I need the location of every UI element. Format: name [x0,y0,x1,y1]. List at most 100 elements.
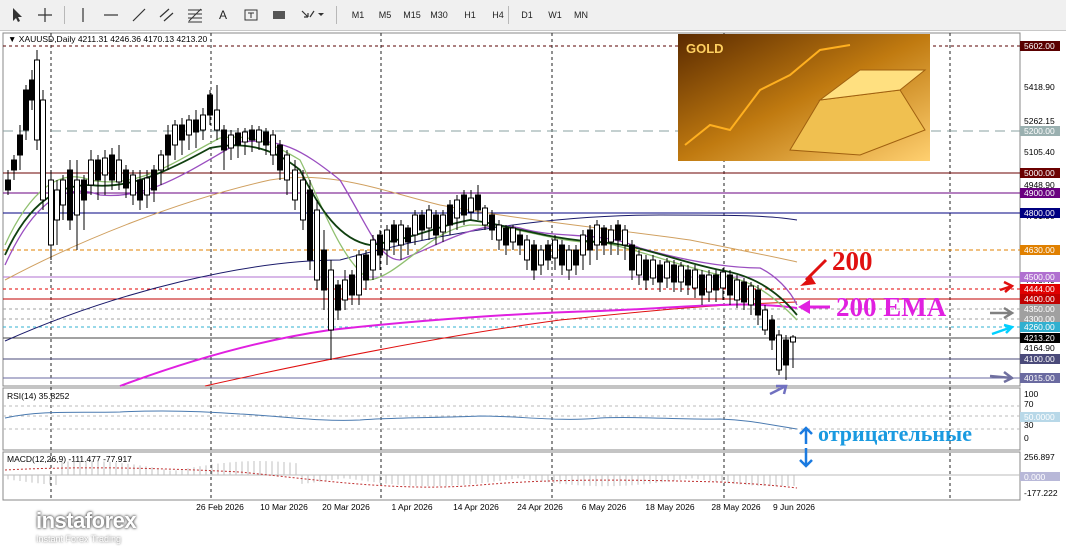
rsi-axis-tick: 0 [1024,433,1029,443]
candlestick [573,249,579,266]
candlestick [734,279,740,301]
horizontal-line-icon[interactable] [100,5,122,25]
candlestick [342,279,348,301]
rsi-level-label: 50.0000 [1024,412,1055,422]
candlestick [242,131,248,143]
annotation-200-ema: 200 EMA [836,292,947,322]
candlestick [741,281,747,303]
candlestick [137,179,143,201]
candlestick [419,214,425,231]
candlestick [172,124,178,146]
candlestick [67,169,73,221]
candlestick [193,119,199,133]
candlestick [214,109,220,131]
rsi-axis-tick: 70 [1024,399,1034,409]
candlestick [48,179,54,246]
candlestick [263,131,269,146]
watermark-name: instaforex [36,508,137,533]
price-level-label: 5602.00 [1024,41,1055,51]
crosshair-icon[interactable] [34,5,56,25]
chart-area[interactable]: ▼ XAUUSD,Daily 4211.31 4246.36 4170.13 4… [0,30,1066,544]
candlestick [769,319,775,341]
date-axis-label: 28 May 2026 [711,502,760,512]
candlestick [405,227,411,243]
timeframe-w1-button[interactable]: W1 [543,5,567,25]
candlestick [636,254,642,276]
bottom-arrow-icon [769,384,788,396]
timeframe-h1-button[interactable]: H1 [458,5,482,25]
candlestick [678,265,684,283]
candlestick [671,264,677,283]
fibonacci-icon[interactable] [184,5,206,25]
cyan-right-arrow-icon [991,323,1015,336]
candlestick [461,194,467,216]
candlestick [235,132,241,146]
watermark-tagline: Instant Forex Trading [36,534,122,544]
candlestick [179,124,185,141]
candlestick [489,214,495,231]
macd-header: MACD(12,26,9) -111.477 -77.917 [7,454,132,464]
candlestick [790,336,796,343]
candlestick [116,159,122,183]
price-level-label: 4260.00 [1024,322,1055,332]
ema-200-line [119,303,798,387]
candlestick [29,79,35,101]
rectangle-icon[interactable] [268,5,290,25]
price-level-label: 4900.00 [1024,188,1055,198]
candlestick [144,177,150,196]
candlestick [468,197,474,213]
candlestick [256,129,262,143]
candlestick [249,129,255,141]
candlestick [552,239,558,259]
timeframe-m30-button[interactable]: M30 [427,5,451,25]
candlestick [363,254,369,281]
date-axis-label: 10 Mar 2026 [260,502,308,512]
candlestick [328,269,334,331]
candlestick [81,179,87,201]
vertical-line-icon[interactable] [72,5,94,25]
price-axis-tick: 5418.90 [1024,82,1055,92]
candlestick [601,227,607,246]
candlestick [482,207,488,226]
candlestick [349,274,355,296]
price-level-label: 4350.00 [1024,304,1055,314]
candlestick [510,227,516,243]
arrows-dropdown-icon[interactable] [298,5,328,25]
candlestick [426,209,432,229]
candlestick [130,174,136,196]
candlestick [475,194,481,211]
trendline-icon[interactable] [128,5,150,25]
timeframe-mn-button[interactable]: MN [569,5,593,25]
price-level-label: 4015.00 [1024,373,1055,383]
timeframe-d1-button[interactable]: D1 [515,5,539,25]
magenta-arrow-head [798,300,810,314]
price-axis-tick: 4164.90 [1024,343,1055,353]
candlestick [391,224,397,243]
candlestick [643,259,649,281]
timeframe-m15-button[interactable]: M15 [400,5,424,25]
candlestick [748,285,754,306]
arrow-cursor-icon[interactable] [6,5,28,25]
candlestick [398,224,404,246]
candlestick [454,199,460,219]
candlestick [277,144,283,171]
candlestick [221,129,227,151]
date-axis-label: 1 Apr 2026 [391,502,432,512]
candlestick [650,259,656,279]
candlestick [377,234,383,256]
text-label-icon[interactable] [240,5,262,25]
candlestick [545,244,551,261]
macd-axis-tick: -177.222 [1024,488,1058,498]
date-axis-label: 14 Apr 2026 [453,502,499,512]
candlestick [11,159,17,171]
candlestick [587,229,593,251]
candlestick [720,271,726,289]
text-tool-button[interactable]: A [212,5,234,25]
candlestick [433,214,439,236]
timeframe-m1-button[interactable]: M1 [346,5,370,25]
candlestick [292,169,298,201]
candlestick [503,227,509,246]
equidistant-channel-icon[interactable] [156,5,178,25]
timeframe-h4-button[interactable]: H4 [486,5,510,25]
timeframe-m5-button[interactable]: M5 [373,5,397,25]
